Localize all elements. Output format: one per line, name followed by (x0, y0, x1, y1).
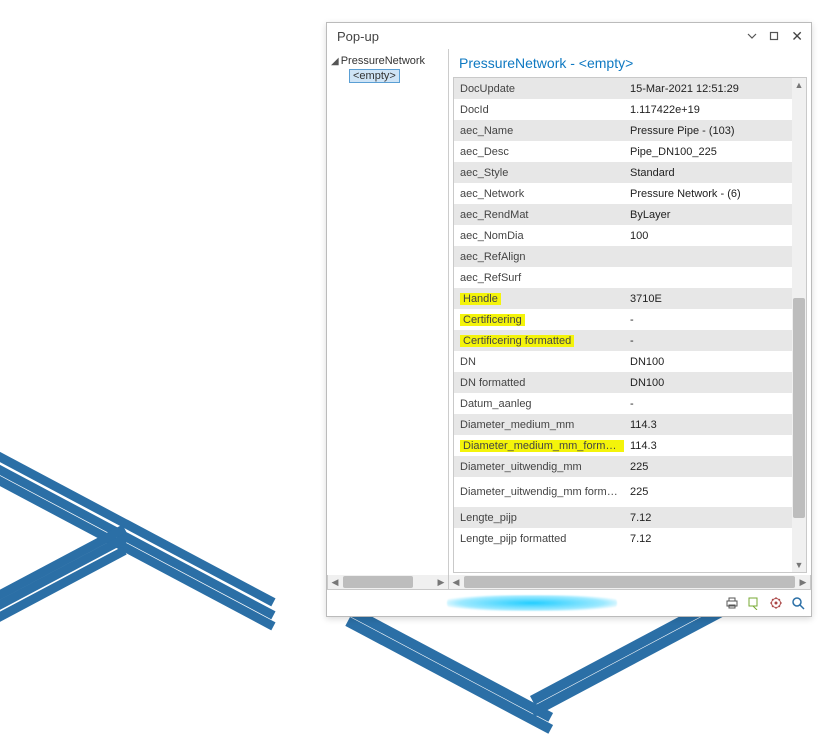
scroll-right-icon[interactable]: ▶ (796, 577, 810, 588)
attribute-value: 7.12 (624, 533, 792, 545)
attribute-key: DocId (454, 104, 624, 116)
attribute-key: DN formatted (454, 377, 624, 389)
attribute-value: 3710E (624, 293, 792, 305)
configure-icon[interactable] (769, 596, 783, 610)
attribute-row[interactable]: aec_StyleStandard (454, 162, 792, 183)
attribute-key: aec_NomDia (454, 230, 624, 242)
attribute-value: - (624, 335, 792, 347)
attribute-value: DN100 (624, 356, 792, 368)
attribute-key: aec_Desc (454, 146, 624, 158)
scroll-down-icon[interactable]: ▼ (792, 558, 806, 572)
dock-options-icon[interactable] (745, 31, 759, 41)
select-feature-icon[interactable] (747, 596, 761, 610)
attribute-key: aec_RendMat (454, 209, 624, 221)
attribute-key: Handle (454, 293, 624, 305)
attribute-row[interactable]: aec_RefSurf (454, 267, 792, 288)
close-icon[interactable]: ✕ (789, 29, 805, 43)
attribute-key: Certificering formatted (454, 335, 624, 347)
attribute-value: 225 (624, 486, 792, 498)
attribute-value: 114.3 (624, 419, 792, 431)
attribute-row[interactable]: Certificering formatted- (454, 330, 792, 351)
attribute-value: DN100 (624, 377, 792, 389)
attribute-value: - (624, 314, 792, 326)
attribute-key: Diameter_medium_mm_formatted (454, 440, 624, 452)
attribute-grid[interactable]: DocUpdate15-Mar-2021 12:51:29DocId1.1174… (453, 77, 792, 573)
attribute-row[interactable]: aec_RendMatByLayer (454, 204, 792, 225)
attribute-row[interactable]: Diameter_uitwendig_mm225 (454, 456, 792, 477)
feature-tree[interactable]: ◢ PressureNetwork <empty> (327, 49, 449, 575)
attribute-value: 225 (624, 461, 792, 473)
tree-horizontal-scrollbar[interactable]: ◀ ▶ (327, 575, 449, 590)
attribute-row[interactable]: Datum_aanleg- (454, 393, 792, 414)
attribute-value: 1.117422e+19 (624, 104, 792, 116)
scroll-left-icon[interactable]: ◀ (449, 577, 463, 588)
attribute-value: 15-Mar-2021 12:51:29 (624, 83, 792, 95)
pipe-graphic (530, 600, 738, 717)
attribute-key: aec_RefSurf (454, 272, 624, 284)
attribute-key: aec_Network (454, 188, 624, 200)
zoom-to-icon[interactable] (791, 596, 805, 610)
attribute-row[interactable]: DocId1.117422e+19 (454, 99, 792, 120)
vertical-scrollbar[interactable]: ▲ ▼ (792, 77, 807, 573)
content-title: PressureNetwork - <empty> (453, 53, 807, 77)
attribute-key: Lengte_pijp (454, 512, 624, 524)
attribute-row[interactable]: Diameter_medium_mm114.3 (454, 414, 792, 435)
popup-titlebar[interactable]: Pop-up ✕ (327, 23, 811, 49)
popup-footer (327, 590, 811, 616)
attribute-row[interactable]: DocUpdate15-Mar-2021 12:51:29 (454, 78, 792, 99)
attribute-value: 100 (624, 230, 792, 242)
attribute-key: Diameter_uitwendig_mm formatted (454, 486, 624, 498)
attribute-key: Diameter_uitwendig_mm (454, 461, 624, 473)
grid-horizontal-scrollbar[interactable]: ◀ ▶ (449, 575, 811, 590)
attribute-row[interactable]: aec_DescPipe_DN100_225 (454, 141, 792, 162)
attribute-key: aec_Name (454, 125, 624, 137)
attribute-row[interactable]: aec_RefAlign (454, 246, 792, 267)
popup-title: Pop-up (337, 29, 379, 44)
scroll-thumb[interactable] (464, 576, 795, 588)
maximize-icon[interactable] (767, 31, 781, 41)
attribute-value: - (624, 398, 792, 410)
attribute-key: DocUpdate (454, 83, 624, 95)
tree-selected-item[interactable]: <empty> (349, 69, 400, 83)
attribute-key: DN (454, 356, 624, 368)
attribute-row[interactable]: DN formattedDN100 (454, 372, 792, 393)
coordinates-redacted (447, 595, 617, 611)
attribute-key: Diameter_medium_mm (454, 419, 624, 431)
attribute-key: Datum_aanleg (454, 398, 624, 410)
attribute-value: 114.3 (624, 440, 792, 452)
attribute-row[interactable]: Lengte_pijp formatted7.12 (454, 528, 792, 549)
scroll-thumb[interactable] (793, 298, 805, 518)
attribute-row[interactable]: DNDN100 (454, 351, 792, 372)
attribute-key: aec_Style (454, 167, 624, 179)
attribute-value: 7.12 (624, 512, 792, 524)
attribute-key: Lengte_pijp formatted (454, 533, 624, 545)
pipe-graphic (345, 605, 553, 722)
popup-window: Pop-up ✕ ◢ PressureNetwork <empty> Press… (326, 22, 812, 617)
attribute-row[interactable]: aec_NomDia100 (454, 225, 792, 246)
attribute-row[interactable]: Lengte_pijp7.12 (454, 507, 792, 528)
scroll-up-icon[interactable]: ▲ (792, 78, 806, 92)
attribute-value: Pressure Network - (6) (624, 188, 792, 200)
tree-root-label[interactable]: PressureNetwork (341, 55, 425, 67)
scroll-left-icon[interactable]: ◀ (328, 577, 342, 588)
scroll-right-icon[interactable]: ▶ (434, 577, 448, 588)
pipe-graphic (345, 617, 553, 734)
attribute-key: Certificering (454, 314, 624, 326)
attribute-row[interactable]: aec_NetworkPressure Network - (6) (454, 183, 792, 204)
tree-collapse-icon[interactable]: ◢ (331, 56, 339, 67)
attribute-row[interactable]: Certificering- (454, 309, 792, 330)
attribute-row[interactable]: Handle3710E (454, 288, 792, 309)
attribute-value: ByLayer (624, 209, 792, 221)
scroll-thumb[interactable] (343, 576, 413, 588)
attribute-key: aec_RefAlign (454, 251, 624, 263)
attribute-value: Pipe_DN100_225 (624, 146, 792, 158)
attribute-row[interactable]: aec_NamePressure Pipe - (103) (454, 120, 792, 141)
attribute-row[interactable]: Diameter_medium_mm_formatted114.3 (454, 435, 792, 456)
attribute-value: Standard (624, 167, 792, 179)
attribute-value: Pressure Pipe - (103) (624, 125, 792, 137)
print-icon[interactable] (725, 596, 739, 610)
attribute-row[interactable]: Diameter_uitwendig_mm formatted225 (454, 477, 792, 507)
